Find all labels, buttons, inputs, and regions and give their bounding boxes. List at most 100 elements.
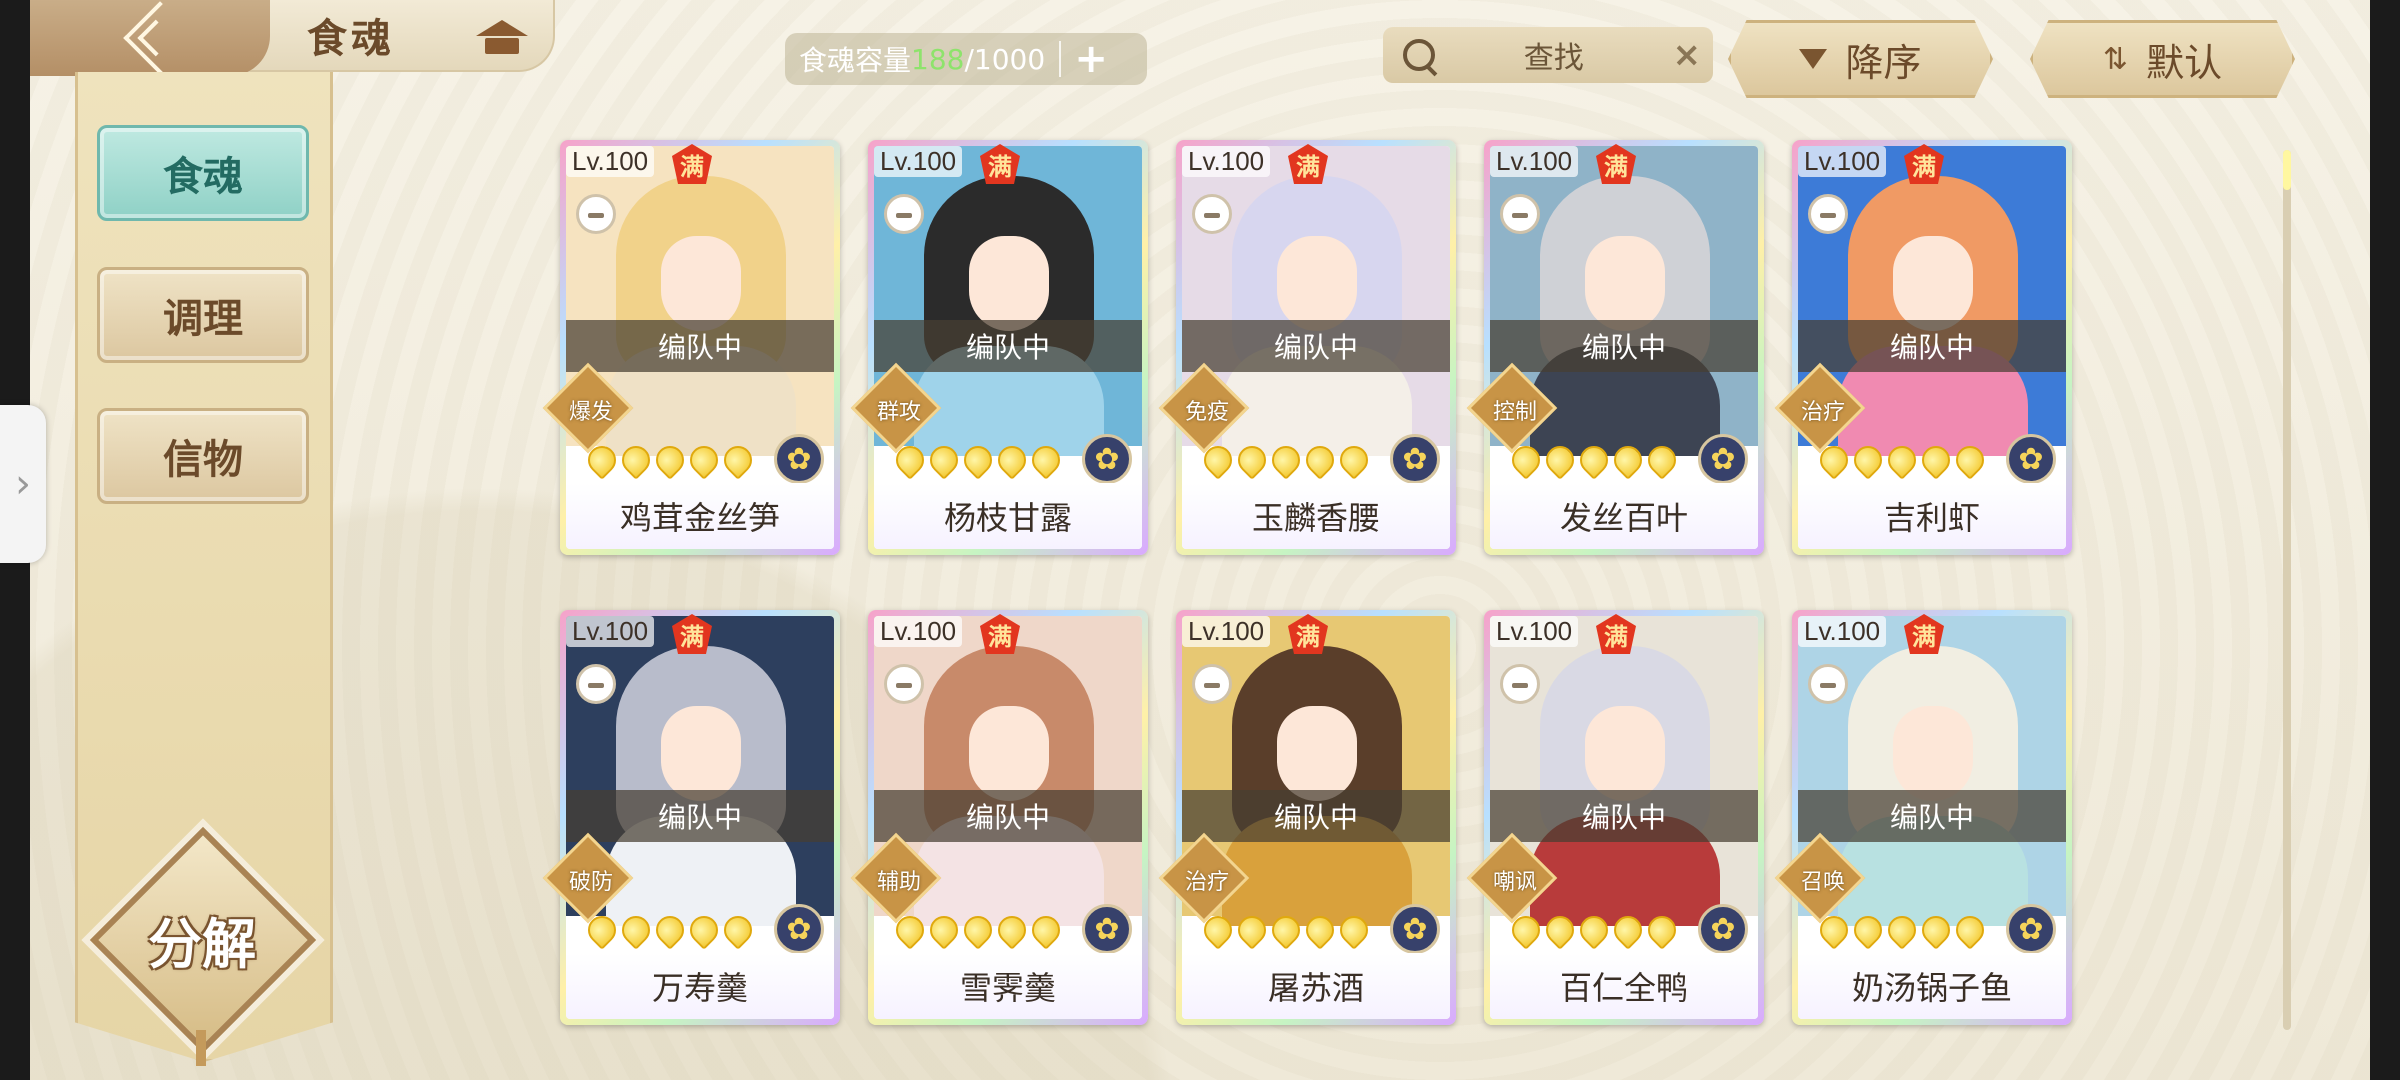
food-soul-card[interactable]: 编队中 ✿ 屠苏酒 Lv.100 满 治疗 bbox=[1158, 610, 1456, 1025]
search-box[interactable]: 查找 × bbox=[1383, 27, 1713, 83]
home-icon[interactable] bbox=[475, 16, 529, 58]
level-label: Lv.100 bbox=[1182, 616, 1271, 647]
character-name: 屠苏酒 bbox=[1182, 953, 1450, 1019]
star-rating bbox=[582, 440, 758, 480]
flower-rarity-icon: ✿ bbox=[2006, 434, 2056, 484]
star-icon bbox=[1266, 440, 1306, 480]
flower-rarity-icon: ✿ bbox=[774, 434, 824, 484]
star-icon bbox=[958, 440, 998, 480]
food-soul-card[interactable]: 编队中 ✿ 万寿羹 Lv.100 满 破防 bbox=[542, 610, 840, 1025]
chevron-right-icon: › bbox=[15, 461, 31, 507]
in-team-status: 编队中 bbox=[1490, 320, 1758, 372]
food-soul-card[interactable]: 编队中 ✿ 奶汤锅子鱼 Lv.100 满 召唤 bbox=[1774, 610, 2072, 1025]
role-tag-label: 治疗 bbox=[1184, 870, 1229, 895]
tab-food-soul[interactable]: 食魂 bbox=[97, 125, 309, 221]
character-name: 雪霁羹 bbox=[874, 953, 1142, 1019]
food-soul-card[interactable]: 编队中 ✿ 百仁全鸭 Lv.100 满 嘲讽 bbox=[1466, 610, 1764, 1025]
star-rating bbox=[890, 910, 1066, 950]
capacity-add-button[interactable]: + bbox=[1071, 39, 1111, 79]
bowl-icon bbox=[1808, 664, 1848, 704]
star-icon bbox=[1026, 910, 1066, 950]
scrollbar-thumb[interactable] bbox=[2283, 150, 2291, 190]
star-icon bbox=[992, 440, 1032, 480]
star-icon bbox=[1540, 440, 1580, 480]
in-team-status: 编队中 bbox=[566, 320, 834, 372]
character-name: 万寿羹 bbox=[566, 953, 834, 1019]
scrollbar-track[interactable] bbox=[2283, 150, 2291, 1030]
capacity-max: /1000 bbox=[964, 42, 1046, 76]
sort-mode-label: 默认 bbox=[2146, 40, 2223, 85]
star-icon bbox=[1608, 910, 1648, 950]
back-button[interactable] bbox=[30, 0, 270, 76]
tab-conditioning[interactable]: 调理 bbox=[97, 267, 309, 363]
card-body: 编队中 ✿ 屠苏酒 bbox=[1182, 616, 1450, 1019]
star-icon bbox=[1642, 910, 1682, 950]
role-tag-label: 爆发 bbox=[568, 400, 613, 425]
flower-rarity-icon: ✿ bbox=[1390, 904, 1440, 954]
role-tag-label: 群攻 bbox=[876, 400, 921, 425]
star-icon bbox=[1950, 910, 1990, 950]
sort-order-label: 降序 bbox=[1845, 40, 1922, 85]
sort-order-button[interactable]: 降序 bbox=[1728, 20, 1993, 98]
star-icon bbox=[650, 910, 690, 950]
star-icon bbox=[616, 440, 656, 480]
portrait-face bbox=[969, 706, 1049, 801]
tassel-ornament bbox=[196, 1030, 206, 1066]
tab-keepsake[interactable]: 信物 bbox=[97, 408, 309, 504]
food-soul-card[interactable]: 编队中 ✿ 杨枝甘露 Lv.100 满 群攻 bbox=[850, 140, 1148, 555]
star-icon bbox=[650, 440, 690, 480]
star-icon bbox=[924, 440, 964, 480]
search-icon bbox=[1403, 39, 1435, 71]
food-soul-card[interactable]: 编队中 ✿ 玉麟香腰 Lv.100 满 免疫 bbox=[1158, 140, 1456, 555]
search-label: 查找 bbox=[1523, 41, 1584, 76]
star-icon bbox=[1232, 440, 1272, 480]
character-name: 鸡茸金丝笋 bbox=[566, 483, 834, 549]
star-icon bbox=[958, 910, 998, 950]
page-title: 食魂 bbox=[307, 15, 395, 62]
capacity-current: 188 bbox=[911, 42, 965, 76]
role-tag-label: 破防 bbox=[568, 870, 613, 895]
edge-drawer-handle[interactable]: › bbox=[0, 405, 46, 563]
portrait-face bbox=[1277, 236, 1357, 331]
triangle-down-icon bbox=[1799, 49, 1828, 69]
character-name: 奶汤锅子鱼 bbox=[1798, 953, 2066, 1019]
food-soul-card[interactable]: 编队中 ✿ 吉利虾 Lv.100 满 治疗 bbox=[1774, 140, 2072, 555]
star-icon bbox=[1300, 440, 1340, 480]
food-soul-card[interactable]: 编队中 ✿ 雪霁羹 Lv.100 满 辅助 bbox=[850, 610, 1148, 1025]
star-icon bbox=[1848, 910, 1888, 950]
sort-arrows-icon: ⇅ bbox=[2102, 41, 2129, 77]
in-team-status: 编队中 bbox=[1490, 790, 1758, 842]
portrait-face bbox=[1893, 236, 1973, 331]
role-tag-label: 治疗 bbox=[1800, 400, 1845, 425]
role-tag-label: 免疫 bbox=[1184, 400, 1229, 425]
card-body: 编队中 ✿ 奶汤锅子鱼 bbox=[1798, 616, 2066, 1019]
bowl-icon bbox=[884, 194, 924, 234]
sort-mode-button[interactable]: ⇅ 默认 bbox=[2030, 20, 2295, 98]
bowl-icon bbox=[884, 664, 924, 704]
food-soul-card[interactable]: 编队中 ✿ 鸡茸金丝笋 Lv.100 满 爆发 bbox=[542, 140, 840, 555]
star-rating bbox=[582, 910, 758, 950]
star-icon bbox=[1882, 910, 1922, 950]
flower-rarity-icon: ✿ bbox=[1698, 434, 1748, 484]
star-icon bbox=[1916, 440, 1956, 480]
star-icon bbox=[1266, 910, 1306, 950]
star-rating bbox=[1814, 910, 1990, 950]
role-tag-label: 召唤 bbox=[1800, 870, 1845, 895]
star-icon bbox=[1882, 440, 1922, 480]
level-label: Lv.100 bbox=[1798, 146, 1887, 177]
portrait-face bbox=[661, 706, 741, 801]
search-clear-button[interactable]: × bbox=[1673, 35, 1702, 75]
level-label: Lv.100 bbox=[874, 146, 963, 177]
in-team-status: 编队中 bbox=[1798, 790, 2066, 842]
card-body: 编队中 ✿ 玉麟香腰 bbox=[1182, 146, 1450, 549]
bowl-icon bbox=[576, 664, 616, 704]
bowl-icon bbox=[1192, 664, 1232, 704]
food-soul-card[interactable]: 编队中 ✿ 发丝百叶 Lv.100 满 控制 bbox=[1466, 140, 1764, 555]
star-icon bbox=[718, 440, 758, 480]
decompose-label[interactable]: 分解 bbox=[112, 900, 292, 979]
star-rating bbox=[1506, 440, 1682, 480]
star-icon bbox=[1300, 910, 1340, 950]
card-body: 编队中 ✿ 杨枝甘露 bbox=[874, 146, 1142, 549]
star-icon bbox=[1540, 910, 1580, 950]
flower-rarity-icon: ✿ bbox=[774, 904, 824, 954]
